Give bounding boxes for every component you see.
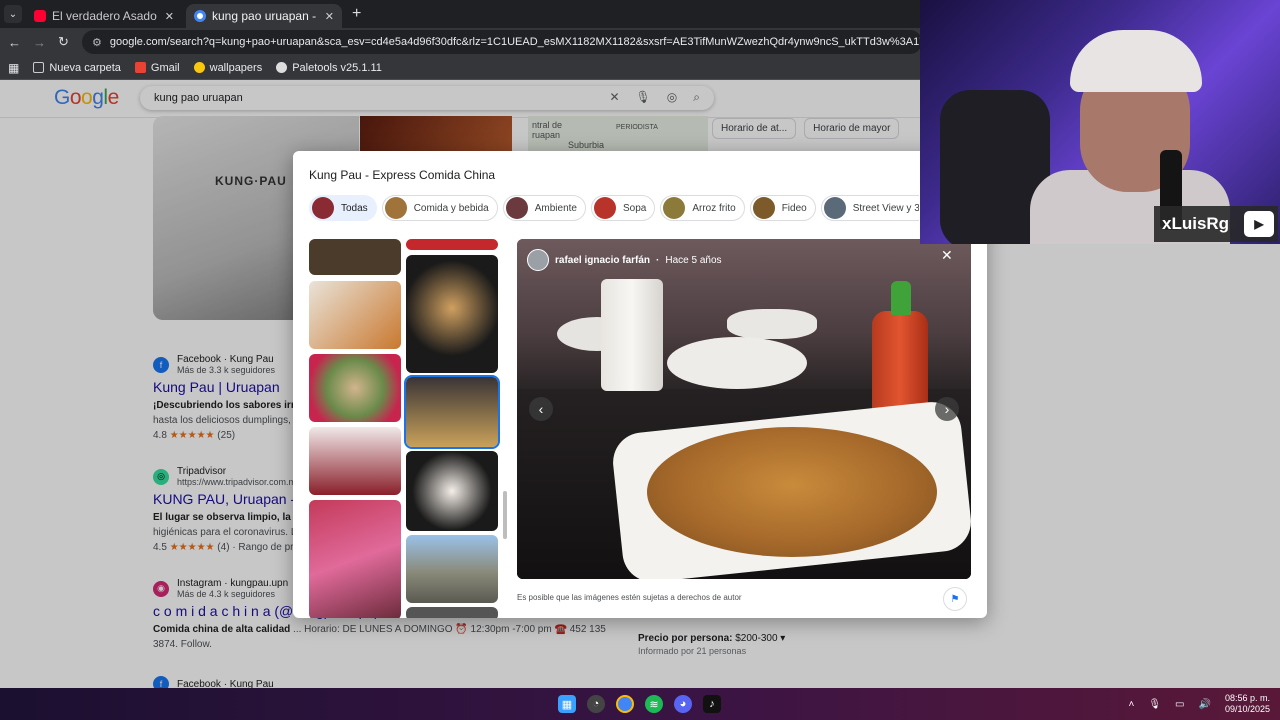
google-favicon-icon <box>194 10 206 22</box>
bookmarks-bar: ▦ Nueva carpeta Gmail wallpapers Paletoo… <box>0 56 920 80</box>
photo-thumbnail[interactable] <box>309 500 401 618</box>
chip-fideo[interactable]: Fideo <box>749 195 816 221</box>
glass <box>601 279 663 391</box>
browser-tab[interactable]: El verdadero Asado Argentino | ✕ <box>26 4 182 28</box>
back-icon[interactable]: ← <box>8 35 21 50</box>
photo-category-chips: Todas Comida y bebida Ambiente Sopa Arro… <box>309 195 919 221</box>
webcam-overlay: xLuisRg ▶ <box>920 0 1280 244</box>
report-flag-icon[interactable]: ⚑ <box>943 587 967 611</box>
chevron-up-icon[interactable]: ˄ <box>1129 699 1135 710</box>
photo-viewer[interactable]: rafael ignacio farfán · Hace 5 años ‹ › <box>517 239 971 579</box>
volume-icon[interactable]: 🔊 <box>1199 699 1211 710</box>
chip-sopa[interactable]: Sopa <box>590 195 656 221</box>
network-icon[interactable]: ▭ <box>1175 699 1184 710</box>
browser-toolbar: ← → ↻ ⚙ google.com/search?q=kung+pao+uru… <box>0 28 922 56</box>
app-icon[interactable]: ◔ <box>587 695 605 713</box>
photos-modal: Kung Pau - Express Comida China Todas Co… <box>293 151 987 618</box>
discord-icon[interactable]: ◕ <box>674 695 692 713</box>
chip-thumbnail <box>663 197 686 219</box>
apps-icon[interactable]: ▦ <box>8 61 19 75</box>
youtube-icon: ▶ <box>1244 211 1274 237</box>
address-bar[interactable]: ⚙ google.com/search?q=kung+pao+uruapan&s… <box>82 30 922 54</box>
chip-street-view[interactable]: Street View y 360° <box>820 195 919 221</box>
photo-thumbnail[interactable] <box>309 239 401 275</box>
gmail-icon <box>134 62 146 73</box>
new-tab-icon[interactable]: + <box>346 5 367 23</box>
tiktok-icon[interactable]: ♪ <box>703 695 721 713</box>
author-name: rafael ignacio farfán <box>555 254 651 266</box>
tab-title: El verdadero Asado Argentino | <box>52 9 159 23</box>
browser-tab-active[interactable]: kung pao uruapan - Buscar con ✕ <box>186 4 342 28</box>
bookmark-item[interactable]: Nueva carpeta <box>33 62 121 74</box>
modal-title: Kung Pau - Express Comida China <box>309 168 496 182</box>
chrome-icon[interactable] <box>616 695 634 713</box>
close-icon[interactable]: ✕ <box>941 247 953 264</box>
chip-thumbnail <box>823 197 846 219</box>
photo-thumbnail[interactable] <box>309 354 401 422</box>
photo-thumbnail[interactable] <box>406 239 498 250</box>
photo-grid <box>309 239 503 618</box>
bookmark-label: Paletools v25.1.11 <box>292 61 382 74</box>
clock-date: 09/10/2025 <box>1224 704 1270 714</box>
chip-arroz-frito[interactable]: Arroz frito <box>660 195 745 221</box>
close-tab-icon[interactable]: ✕ <box>325 10 334 23</box>
forward-icon[interactable]: → <box>33 35 46 50</box>
windows-start-icon[interactable]: ▦ <box>558 695 576 713</box>
chip-ambiente[interactable]: Ambiente <box>502 195 586 221</box>
chip-thumbnail <box>505 197 528 219</box>
chip-thumbnail <box>312 197 334 219</box>
clock-time: 08:56 p. m. <box>1224 693 1270 703</box>
avatar <box>527 249 549 271</box>
chip-thumbnail <box>752 197 775 219</box>
previous-photo-button[interactable]: ‹ <box>529 397 553 421</box>
tab-title: kung pao uruapan - Buscar con <box>212 9 319 23</box>
photo-thumbnail[interactable] <box>309 427 401 495</box>
photo-time: Hace 5 años <box>665 254 722 266</box>
youtube-favicon-icon <box>34 10 46 22</box>
photo-thumbnail[interactable] <box>309 281 401 349</box>
chip-thumbnail <box>384 197 407 219</box>
system-tray: ˄ 🎙 ▭ 🔊 08:56 p. m. 09/10/2025 <box>1129 693 1271 715</box>
fried-rice <box>647 427 937 557</box>
photo-thumbnail[interactable] <box>406 451 498 531</box>
browser-tab-strip: ⌄ El verdadero Asado Argentino | ✕ kung … <box>0 0 920 28</box>
wallpapers-icon <box>193 62 205 73</box>
folder-icon <box>33 62 45 73</box>
photo-author[interactable]: rafael ignacio farfán · Hace 5 años <box>527 249 722 271</box>
next-photo-button[interactable]: › <box>935 397 959 421</box>
bookmark-label: Gmail <box>150 61 180 74</box>
close-tab-icon[interactable]: ✕ <box>165 10 174 23</box>
grid-scrollbar[interactable] <box>503 491 507 539</box>
photo-thumbnail[interactable] <box>406 535 498 603</box>
tab-search-button[interactable]: ⌄ <box>4 5 22 23</box>
url-text: google.com/search?q=kung+pao+uruapan&sca… <box>109 36 922 48</box>
photo-thumbnail-selected[interactable] <box>404 375 500 449</box>
clock[interactable]: 08:56 p. m. 09/10/2025 <box>1225 693 1270 715</box>
site-info-icon[interactable]: ⚙ <box>92 36 102 49</box>
photo-thumbnail[interactable] <box>406 607 498 618</box>
bookmark-label: wallpapers <box>209 61 263 74</box>
streamer-name: xLuisRg <box>1162 214 1230 233</box>
bookmark-item[interactable]: wallpapers <box>193 61 263 74</box>
reload-icon[interactable]: ↻ <box>58 34 69 50</box>
windows-taskbar: ▦ ◔ ≋ ◕ ♪ ˄ 🎙 ▭ 🔊 08:56 p. m. 09/10/2025 <box>0 688 1280 720</box>
photo-thumbnail[interactable] <box>406 255 498 373</box>
microphone-icon[interactable]: 🎙 <box>1148 699 1161 710</box>
bookmark-item[interactable]: Paletools v25.1.11 <box>276 62 382 74</box>
chip-thumbnail <box>593 197 616 219</box>
taskbar-apps: ▦ ◔ ≋ ◕ ♪ <box>558 695 721 713</box>
bookmark-item[interactable]: Gmail <box>134 61 180 74</box>
chip-comida-y-bebida[interactable]: Comida y bebida <box>381 195 498 221</box>
bookmark-label: Nueva carpeta <box>49 61 121 74</box>
paletools-icon <box>276 62 288 73</box>
streamer-name-tag: xLuisRg ▶ <box>1154 206 1278 242</box>
spotify-icon[interactable]: ≋ <box>645 695 663 713</box>
chip-todas[interactable]: Todas <box>309 195 377 221</box>
copyright-notice: Es posible que las imágenes estén sujeta… <box>517 593 742 602</box>
